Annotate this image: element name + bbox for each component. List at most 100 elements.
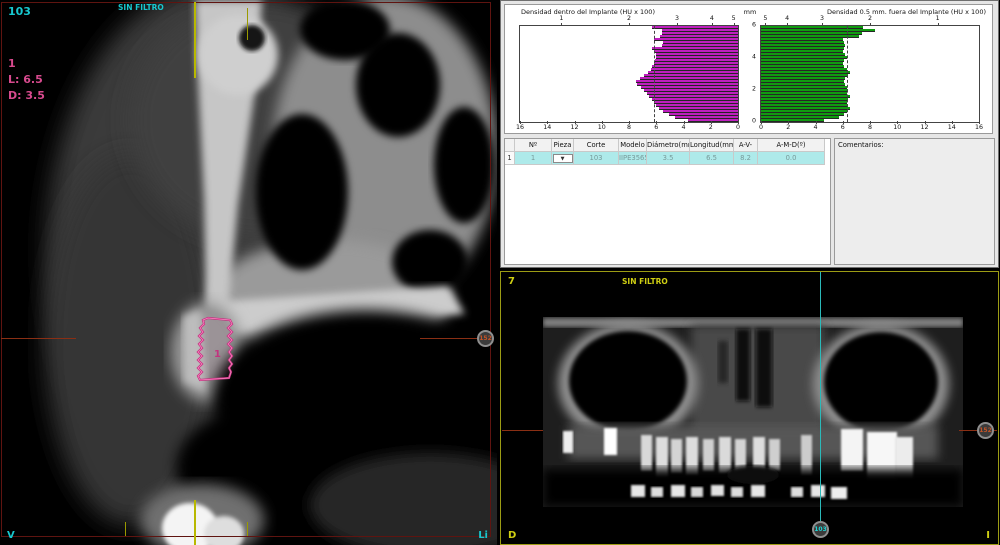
panoramic-vertical-handle[interactable]: 103: [812, 521, 829, 538]
table-cell[interactable]: 103: [574, 152, 619, 165]
density-bar: [761, 86, 847, 88]
density-bar: [761, 98, 848, 100]
density-bar: [761, 104, 848, 106]
density-bar: [651, 68, 738, 70]
sagittal-vertical-crosshair-bottom[interactable]: [194, 500, 196, 545]
density-bar: [656, 104, 738, 106]
density-bar: [652, 47, 738, 49]
sagittal-horizontal-crosshair-left[interactable]: [1, 338, 76, 339]
table-row[interactable]: 11▼103IIPE35653.56.58.20.0: [505, 152, 830, 165]
implant-table-body: 11▼103IIPE35653.56.58.20.0: [505, 152, 830, 165]
density-bar: [648, 71, 738, 73]
panoramic-horizontal-handle-label: 152: [979, 427, 992, 434]
comments-value[interactable]: [838, 151, 991, 261]
panoramic-vertical-handle-label: 103: [814, 526, 827, 533]
sagittal-tick-top: [247, 8, 248, 40]
density-bar: [761, 110, 847, 112]
sagittal-implant-length: L: 6.5: [8, 73, 43, 86]
sagittal-tick-bottom-right: [247, 522, 248, 536]
density-bar: [761, 62, 843, 64]
pieza-dropdown[interactable]: ▼: [553, 154, 573, 163]
density-bar: [647, 92, 738, 94]
density-bar: [654, 50, 738, 52]
chart-outside-top-axis: 54321: [761, 15, 979, 24]
density-bar: [652, 65, 738, 67]
ct-panoramic-image: [543, 317, 963, 507]
density-bar: [761, 65, 844, 67]
density-bar: [761, 74, 848, 76]
density-bar: [659, 107, 738, 109]
density-bar: [675, 116, 738, 118]
table-header: Nº Implante: [515, 139, 552, 152]
table-cell[interactable]: 6.5: [690, 152, 734, 165]
chart-inside-bottom-axis: 1614121086420: [520, 124, 738, 133]
table-cell[interactable]: 1: [515, 152, 552, 165]
density-bar: [662, 29, 738, 31]
density-bar: [761, 101, 847, 103]
density-bar: [761, 44, 845, 46]
density-bar: [761, 107, 850, 109]
panoramic-slice-view[interactable]: 152 103 7 SIN FILTRO D I: [500, 271, 999, 545]
y-axis-unit-label: mm: [741, 8, 759, 16]
density-bar: [688, 119, 738, 121]
table-header: Corte Seccional: [574, 139, 619, 152]
density-bar: [761, 80, 844, 82]
table-cell[interactable]: 3.5: [647, 152, 690, 165]
mean-density-reference-line: [654, 26, 655, 122]
chart-outside-bottom-axis: 0246810121416: [761, 124, 979, 133]
implant-planning-app: 1 152 103 SIN FILTRO 1 L: 6.5 D: 3.5 V L…: [0, 0, 1000, 545]
density-bar: [655, 59, 738, 61]
table-corner-header: [505, 139, 515, 152]
panoramic-orientation-right: I: [986, 530, 990, 541]
comments-panel[interactable]: Comentarios:: [834, 138, 995, 265]
chart-inside-plot: [519, 25, 739, 123]
table-cell[interactable]: ▼: [552, 152, 574, 165]
sagittal-crosshair-handle[interactable]: 152: [477, 330, 494, 347]
density-bar: [761, 53, 845, 55]
density-bar: [641, 86, 738, 88]
mean-density-reference-line: [847, 26, 848, 122]
panoramic-vertical-crosshair[interactable]: [820, 272, 821, 530]
density-bar: [663, 41, 738, 43]
density-bar: [761, 29, 875, 31]
sagittal-vertical-crosshair-top[interactable]: [194, 2, 196, 78]
density-bar: [652, 98, 738, 100]
density-bar: [644, 74, 738, 76]
table-header: Diámetro(mm): [647, 139, 690, 152]
density-bar: [761, 38, 843, 40]
density-bar: [654, 62, 738, 64]
panoramic-slice-number: 7: [508, 276, 515, 287]
table-header: A-V-L(º): [734, 139, 758, 152]
panoramic-horizontal-handle[interactable]: 152: [977, 422, 994, 439]
table-cell[interactable]: 0.0: [758, 152, 825, 165]
table-cell[interactable]: 8.2: [734, 152, 758, 165]
table-header: Modelo: [619, 139, 647, 152]
density-bar: [649, 95, 738, 97]
panoramic-horizontal-crosshair-left[interactable]: [502, 430, 543, 431]
density-bar: [660, 35, 738, 37]
row-number-cell[interactable]: 1: [505, 152, 515, 165]
density-bar: [761, 92, 847, 94]
density-bar: [654, 101, 738, 103]
density-bar: [652, 26, 738, 28]
density-bar: [656, 53, 738, 55]
table-cell[interactable]: IIPE3565: [619, 152, 647, 165]
density-bar: [669, 113, 738, 115]
table-header: Longitud(mm): [690, 139, 734, 152]
density-bar: [761, 41, 844, 43]
panoramic-orientation-left: D: [508, 530, 516, 541]
density-bar: [662, 32, 738, 34]
density-bar: [644, 89, 738, 91]
sagittal-crosshair-handle-label: 152: [479, 335, 492, 342]
density-bar: [761, 59, 844, 61]
density-bar: [761, 35, 859, 37]
chart-outside-plot: [760, 25, 980, 123]
implant-table: Nº ImplantePiezaCorte SeccionalModeloDiá…: [504, 138, 831, 265]
sagittal-view-border: [1, 2, 491, 537]
density-bar: [761, 116, 839, 118]
sagittal-slice-view[interactable]: 1 152 103 SIN FILTRO 1 L: 6.5 D: 3.5 V L…: [0, 0, 497, 545]
density-bar: [663, 110, 738, 112]
density-bar: [761, 71, 850, 73]
density-bar: [761, 113, 844, 115]
density-charts: Densidad dentro del Implante (HU x 100) …: [504, 4, 993, 134]
